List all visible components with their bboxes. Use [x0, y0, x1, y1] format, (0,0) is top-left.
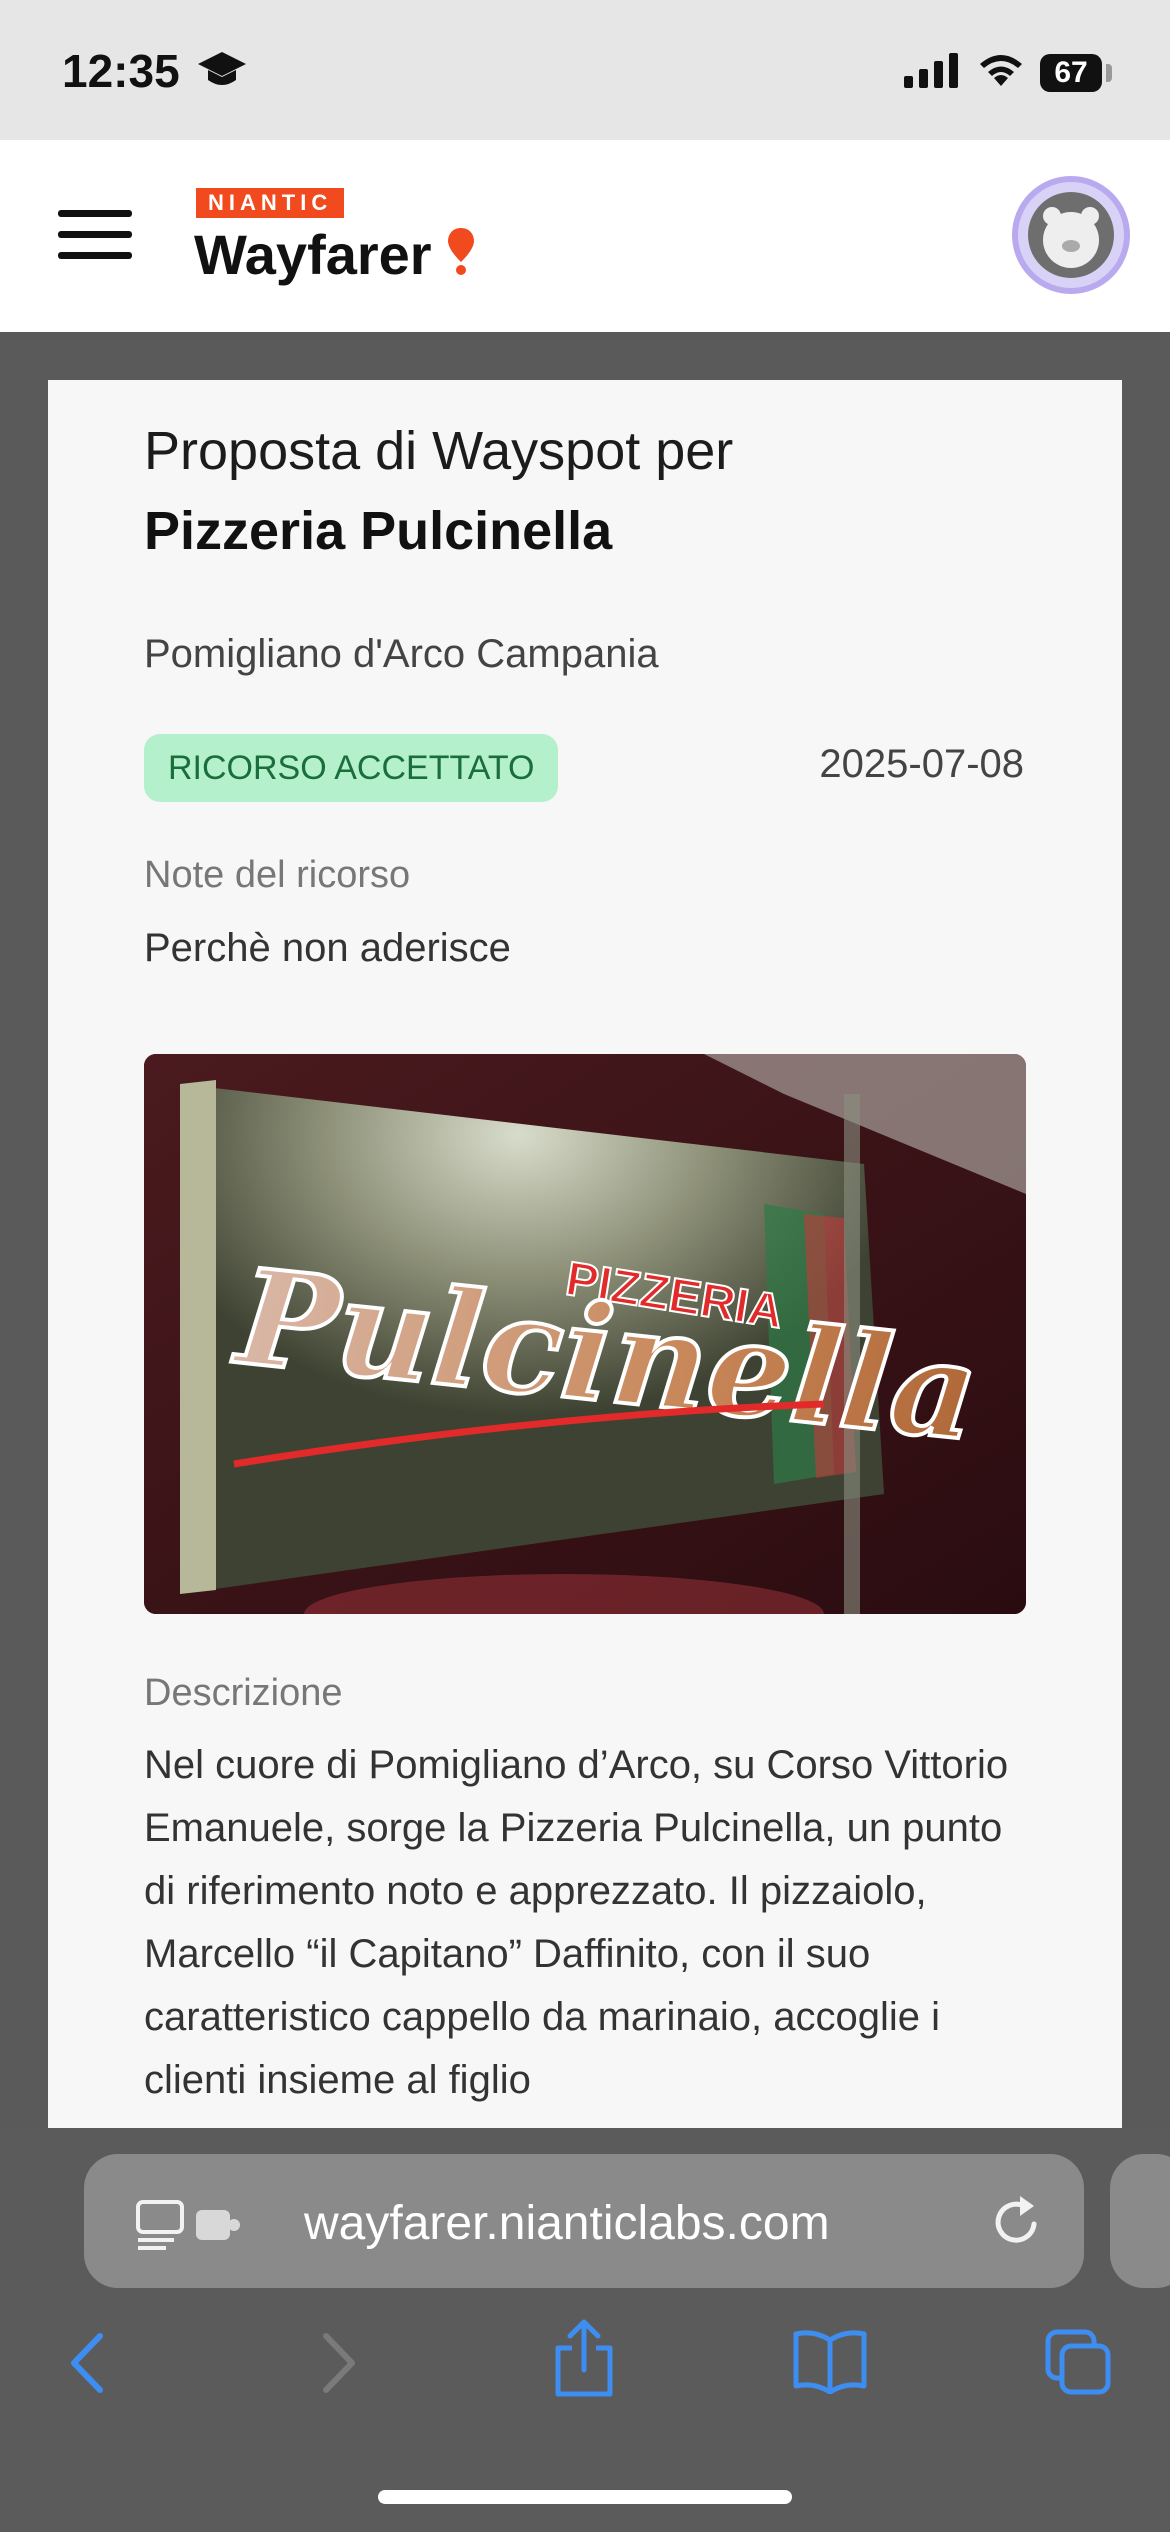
back-icon[interactable] [62, 2328, 112, 2398]
url-text: wayfarer.nianticlabs.com [304, 2197, 830, 2250]
battery-tip [1106, 64, 1112, 82]
tabs-icon[interactable] [1044, 2328, 1114, 2398]
graduation-cap-icon [198, 52, 246, 85]
bookmarks-icon[interactable] [792, 2328, 868, 2394]
browser-toolbar: wayfarer.nianticlabs.com [0, 2128, 1170, 2532]
reload-icon[interactable] [990, 2190, 1046, 2250]
next-tab-preview[interactable] [1110, 2154, 1170, 2288]
proposal-location: Pomigliano d'Arco Campania [144, 632, 659, 676]
avatar-creature-icon [1043, 207, 1099, 268]
status-badge: RICORSO ACCETTATO [144, 734, 559, 802]
address-bar[interactable]: wayfarer.nianticlabs.com [84, 2154, 1084, 2288]
niantic-logo: NIANTIC [196, 188, 345, 218]
status-bar: 12:35 67 [0, 0, 1170, 140]
app-header: NIANTIC Wayfarer [0, 140, 1170, 332]
proposal-name: Pizzeria Pulcinella [144, 501, 613, 561]
hamburger-menu-icon[interactable] [58, 210, 132, 262]
appeal-notes-text: Perchè non aderisce [144, 926, 511, 970]
location-pin-icon [448, 228, 474, 275]
cellular-signal-icon [904, 53, 958, 88]
forward-icon[interactable] [314, 2328, 364, 2398]
home-indicator [378, 2490, 792, 2504]
wifi-icon [980, 55, 1022, 86]
description-label: Descrizione [144, 1672, 343, 1714]
battery-icon: 67 [1040, 54, 1102, 92]
user-avatar[interactable] [1012, 176, 1130, 294]
status-time: 12:35 [62, 45, 180, 97]
appeal-notes-label: Note del ricorso [144, 854, 411, 896]
wayspot-photo[interactable]: PIZZERIA Pulcinella [144, 1054, 1026, 1614]
status-date: 2025-07-08 [819, 742, 1024, 786]
reader-extensions-icon [136, 2200, 240, 2250]
wayfarer-logo: Wayfarer [194, 223, 432, 286]
share-icon[interactable] [552, 2318, 616, 2398]
proposal-title-prefix: Proposta di Wayspot per [144, 421, 734, 481]
description-text: Nel cuore di Pomigliano d’Arco, su Corso… [144, 1743, 1009, 2102]
